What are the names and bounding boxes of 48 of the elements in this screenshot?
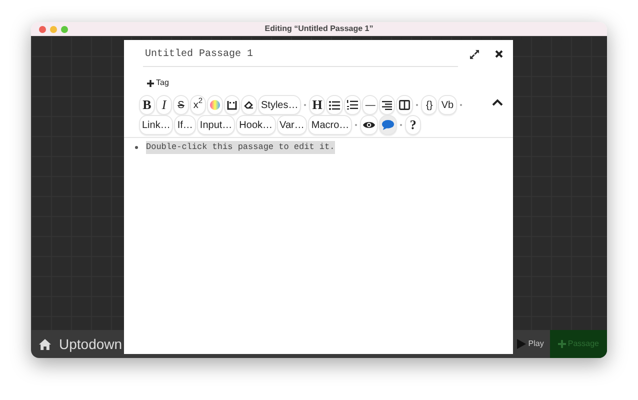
- home-icon[interactable]: [39, 338, 51, 350]
- numbered-list-button[interactable]: [344, 95, 362, 115]
- bulleted-list-button[interactable]: [326, 95, 344, 115]
- align-right-button[interactable]: [379, 95, 396, 115]
- color-wheel-button[interactable]: [207, 95, 223, 115]
- columns-icon: [399, 100, 410, 110]
- passage-name-field[interactable]: Untitled Passage 1: [145, 46, 254, 62]
- numbered-list-icon: [347, 100, 358, 110]
- align-right-icon: [382, 100, 392, 110]
- eraser-icon: [244, 100, 254, 110]
- format-button[interactable]: —: [362, 95, 378, 115]
- plus-icon: [147, 80, 154, 86]
- close-icon[interactable]: [495, 50, 503, 58]
- bullet-icon: [135, 146, 138, 149]
- format-button[interactable]: B: [139, 95, 155, 115]
- eraser-button[interactable]: [241, 95, 257, 115]
- format-button[interactable]: Vb: [438, 95, 457, 115]
- speech-bubble-button[interactable]: [379, 115, 398, 135]
- columns-button[interactable]: [396, 95, 414, 115]
- format-button[interactable]: S: [173, 95, 189, 115]
- format-button[interactable]: Var…: [276, 115, 308, 135]
- bracket-button[interactable]: [224, 95, 240, 115]
- format-button[interactable]: I: [156, 95, 172, 115]
- collapse-caret-icon[interactable]: [492, 99, 503, 106]
- format-button[interactable]: Link…: [139, 115, 174, 135]
- format-button[interactable]: If…: [174, 115, 196, 135]
- passage-body-text[interactable]: Double-click this passage to edit it.: [146, 141, 335, 154]
- close-window-button[interactable]: [39, 26, 46, 32]
- speech-bubble-icon: [382, 120, 394, 130]
- format-button[interactable]: Input…: [196, 115, 236, 135]
- format-button[interactable]: Macro…: [308, 115, 352, 135]
- format-button[interactable]: x$^{2}$: [190, 95, 206, 115]
- plus-icon: [558, 340, 566, 348]
- eye-icon: [363, 121, 376, 129]
- color-wheel-icon: [210, 100, 220, 110]
- format-button[interactable]: Hook…: [236, 115, 276, 135]
- format-button[interactable]: Styles…: [258, 95, 302, 115]
- format-button[interactable]: ?: [405, 115, 422, 135]
- bracket-icon: [227, 100, 237, 110]
- format-button[interactable]: {}: [421, 95, 438, 115]
- eye-button[interactable]: [360, 115, 378, 135]
- story-name[interactable]: Uptodown: [59, 334, 122, 354]
- format-button[interactable]: H: [309, 95, 326, 115]
- play-icon: [517, 339, 526, 349]
- expand-icon[interactable]: [470, 50, 479, 58]
- bulleted-list-icon: [329, 100, 340, 110]
- window-title: Editing “Untitled Passage 1”: [264, 23, 374, 35]
- add-tag-button[interactable]: Tag: [147, 77, 169, 89]
